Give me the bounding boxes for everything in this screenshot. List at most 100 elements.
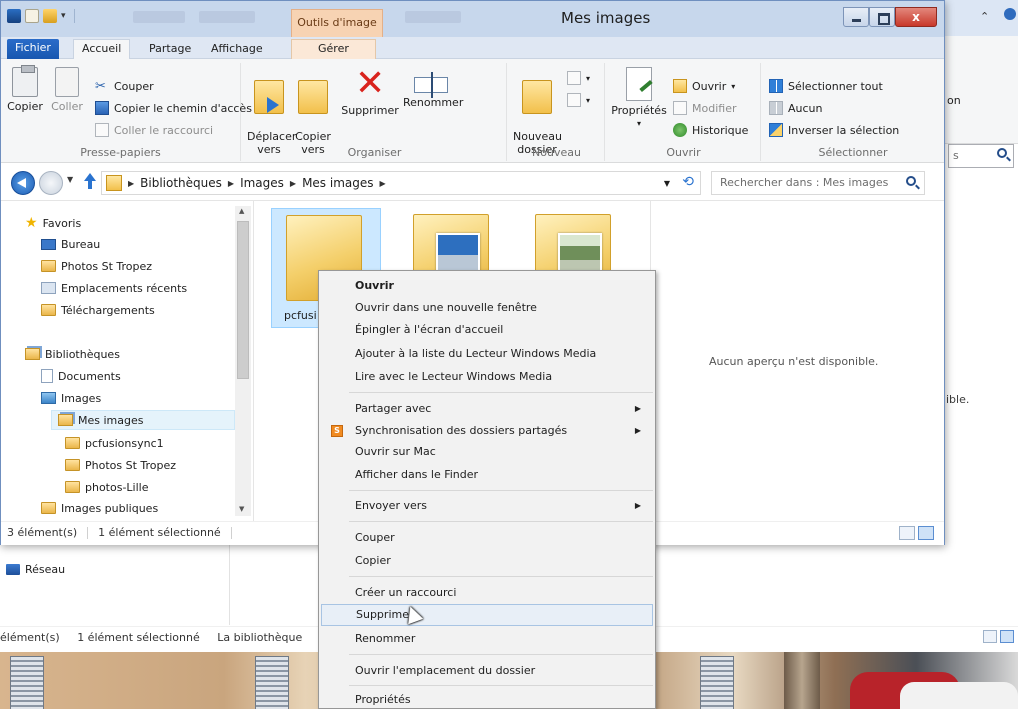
group-label: Presse-papiers bbox=[80, 146, 161, 159]
paste-shortcut-button[interactable]: Coller le raccourci bbox=[95, 123, 213, 137]
nav-item-network[interactable]: Réseau bbox=[6, 563, 65, 576]
copy-path-button[interactable]: Copier le chemin d'accès bbox=[95, 101, 252, 115]
properties-button[interactable]: Propriétés ▾ bbox=[609, 67, 669, 130]
menu-item-label: Ajouter à la liste du Lecteur Windows Me… bbox=[355, 347, 597, 360]
new-item-button[interactable]: ▾ bbox=[567, 71, 590, 85]
nav-item-my-images[interactable]: Mes images bbox=[51, 410, 235, 430]
tab-share[interactable]: Partage bbox=[141, 40, 199, 60]
menu-item-show-in-finder[interactable]: Afficher dans le Finder bbox=[321, 464, 653, 486]
nav-item-label: Réseau bbox=[25, 563, 66, 576]
menu-item-play-wmp[interactable]: Lire avec le Lecteur Windows Media bbox=[321, 366, 653, 388]
scroll-down-icon[interactable]: ▼ bbox=[239, 505, 244, 513]
minimize-button[interactable] bbox=[843, 7, 869, 27]
edit-button[interactable]: Modifier bbox=[673, 101, 736, 115]
help-icon[interactable] bbox=[1004, 8, 1016, 20]
up-arrow-icon[interactable] bbox=[83, 173, 97, 191]
menu-item-label: Partager avec bbox=[355, 402, 432, 415]
menu-item-rename[interactable]: Renommer bbox=[321, 628, 653, 650]
customize-qat-icon[interactable]: ▾ bbox=[61, 11, 66, 21]
large-icons-view-icon[interactable] bbox=[1000, 630, 1014, 643]
details-view-icon[interactable] bbox=[983, 630, 997, 643]
search-icon[interactable] bbox=[906, 176, 916, 186]
recent-locations-dropdown-icon[interactable]: ▼ bbox=[67, 175, 73, 184]
nav-item-downloads[interactable]: Téléchargements bbox=[41, 300, 155, 320]
properties-qat-icon[interactable] bbox=[7, 9, 21, 23]
nav-item-documents[interactable]: Documents bbox=[41, 366, 121, 386]
menu-item-open-new-window[interactable]: Ouvrir dans une nouvelle fenêtre bbox=[321, 297, 653, 319]
nav-item-public-images[interactable]: Images publiques bbox=[41, 498, 158, 518]
details-view-icon[interactable] bbox=[899, 526, 915, 540]
group-new: Nouveau dossier ▾ ▾ Nouveau bbox=[509, 63, 605, 161]
menu-item-shared-folders-sync[interactable]: S Synchronisation des dossiers partagés ▶ bbox=[321, 420, 653, 442]
move-to-button[interactable]: Déplacer vers bbox=[247, 67, 296, 156]
rename-button[interactable]: Renommer bbox=[403, 67, 463, 109]
menu-item-delete[interactable]: Supprimer bbox=[321, 604, 653, 626]
nav-item-photos-st-tropez-sub[interactable]: Photos St Tropez bbox=[65, 455, 176, 475]
title-bar[interactable]: ▾ Outils d'image Mes images x bbox=[1, 1, 944, 37]
tab-home[interactable]: Accueil bbox=[73, 39, 131, 60]
select-none-button[interactable]: Aucun bbox=[769, 101, 823, 115]
forward-arrow-icon[interactable] bbox=[39, 171, 63, 195]
breadcrumb-my-images[interactable]: Mes images bbox=[302, 176, 373, 190]
nav-item-desktop[interactable]: Bureau bbox=[41, 234, 100, 254]
group-organize: Déplacer vers Copier vers ✕ Supprimer Re… bbox=[243, 63, 507, 161]
nav-item-photos-st-tropez[interactable]: Photos St Tropez bbox=[41, 256, 152, 276]
menu-item-send-to[interactable]: Envoyer vers ▶ bbox=[321, 495, 653, 517]
select-all-button[interactable]: Sélectionner tout bbox=[769, 79, 883, 93]
nav-item-favorites[interactable]: ★ Favoris bbox=[25, 213, 81, 233]
menu-item-properties[interactable]: Propriétés bbox=[321, 689, 653, 709]
search-input[interactable]: Rechercher dans : Mes images bbox=[711, 171, 925, 195]
menu-item-open-location[interactable]: Ouvrir l'emplacement du dossier bbox=[321, 660, 653, 682]
address-bar[interactable]: ▶ Bibliothèques ▶ Images ▶ Mes images ▶ … bbox=[101, 171, 701, 195]
menu-item-pin-start[interactable]: Épingler à l'écran d'accueil bbox=[321, 319, 653, 341]
background-status-count: élément(s) bbox=[0, 631, 60, 644]
scroll-up-icon[interactable]: ▲ bbox=[239, 207, 244, 215]
background-preview-text: ible. bbox=[946, 393, 970, 406]
search-icon[interactable] bbox=[997, 148, 1007, 158]
refresh-icon[interactable]: ⟲ bbox=[682, 174, 694, 190]
menu-item-create-shortcut[interactable]: Créer un raccourci bbox=[321, 582, 653, 604]
open-button[interactable]: Ouvrir ▾ bbox=[673, 79, 735, 93]
close-button[interactable]: x bbox=[895, 7, 937, 27]
delete-button[interactable]: ✕ Supprimer bbox=[339, 66, 401, 118]
maximize-button[interactable] bbox=[869, 7, 895, 27]
nav-item-photos-lille[interactable]: photos-Lille bbox=[65, 477, 149, 497]
nav-scrollbar-thumb[interactable] bbox=[237, 221, 249, 379]
background-search-input[interactable]: s bbox=[948, 144, 1014, 168]
new-page-qat-icon[interactable] bbox=[25, 9, 39, 23]
invert-selection-button[interactable]: Inverser la sélection bbox=[769, 123, 899, 137]
address-dropdown-icon[interactable]: ▼ bbox=[664, 179, 670, 188]
tab-manage[interactable]: Gérer bbox=[291, 39, 376, 60]
menu-item-share-with[interactable]: Partager avec ▶ bbox=[321, 398, 653, 420]
breadcrumb-chevron-icon[interactable]: ▶ bbox=[380, 179, 386, 188]
tab-file[interactable]: Fichier bbox=[7, 39, 59, 59]
breadcrumb-images[interactable]: Images bbox=[240, 176, 284, 190]
copy-to-button[interactable]: Copier vers bbox=[293, 67, 333, 156]
history-button[interactable]: Historique bbox=[673, 123, 748, 137]
breadcrumb-libraries[interactable]: Bibliothèques bbox=[140, 176, 222, 190]
new-item-dropdown-icon: ▾ bbox=[586, 73, 591, 83]
menu-item-open-on-mac[interactable]: Ouvrir sur Mac bbox=[321, 441, 653, 463]
nav-item-images[interactable]: Images bbox=[41, 388, 101, 408]
nav-item-libraries[interactable]: Bibliothèques bbox=[25, 344, 120, 364]
folder-qat-icon[interactable] bbox=[43, 9, 57, 23]
paste-button[interactable]: Coller bbox=[49, 67, 85, 113]
cut-button[interactable]: ✂ Couper bbox=[95, 79, 154, 94]
back-arrow-icon[interactable] bbox=[11, 171, 35, 195]
documents-icon bbox=[41, 369, 53, 383]
menu-item-copy[interactable]: Copier bbox=[321, 550, 653, 572]
chevron-up-icon[interactable]: ⌃ bbox=[980, 10, 989, 23]
menu-item-open[interactable]: Ouvrir bbox=[321, 275, 653, 297]
breadcrumb-chevron-icon[interactable]: ▶ bbox=[290, 179, 296, 188]
new-folder-button[interactable]: Nouveau dossier bbox=[513, 67, 562, 156]
easy-access-button[interactable]: ▾ bbox=[567, 93, 590, 107]
tab-view[interactable]: Affichage bbox=[203, 40, 271, 60]
nav-item-recent-places[interactable]: Emplacements récents bbox=[41, 278, 187, 298]
copy-button[interactable]: Copier bbox=[7, 65, 43, 113]
nav-item-pcfusionsync1[interactable]: pcfusionsync1 bbox=[65, 433, 164, 453]
menu-item-cut[interactable]: Couper bbox=[321, 527, 653, 549]
breadcrumb-chevron-icon[interactable]: ▶ bbox=[128, 179, 134, 188]
large-icons-view-icon[interactable] bbox=[918, 526, 934, 540]
breadcrumb-chevron-icon[interactable]: ▶ bbox=[228, 179, 234, 188]
menu-item-add-wmp-list[interactable]: Ajouter à la liste du Lecteur Windows Me… bbox=[321, 343, 653, 365]
